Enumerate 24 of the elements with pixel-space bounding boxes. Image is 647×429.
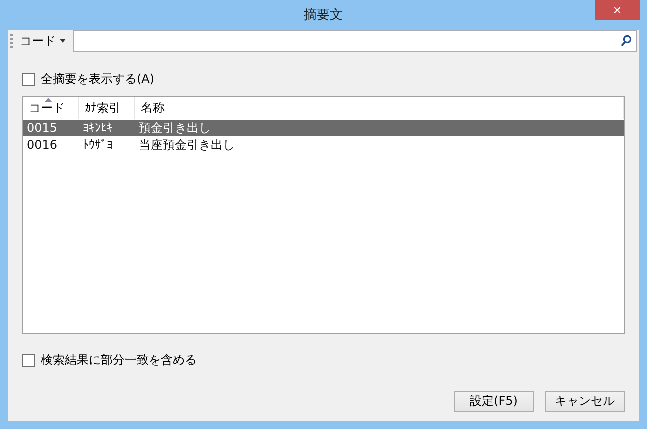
checkbox-label: 全摘要を表示する(A) (41, 71, 155, 88)
checkbox-label: 検索結果に部分一致を含める (41, 352, 197, 369)
grip-icon (10, 34, 13, 48)
caret-icon (60, 39, 66, 43)
search-field[interactable] (73, 30, 637, 52)
search-icon (621, 35, 632, 47)
table-cell-text: 0015 (26, 121, 59, 135)
list-row[interactable]: 0015 ﾖｷﾝﾋｷ 預金引き出し (23, 120, 624, 136)
table-cell-text: 預金引き出し (138, 120, 212, 136)
dialog-button[interactable]: 設定(F5) (454, 391, 534, 412)
checkbox[interactable] (22, 73, 35, 86)
table-cell-text: 0016 (26, 138, 59, 152)
dialog-button[interactable]: キャンセル (545, 391, 625, 412)
table-cell-text: ﾄｳｻﾞﾖ (82, 138, 114, 152)
close-button[interactable]: × (595, 0, 640, 20)
list-row[interactable]: 0016 ﾄｳｻﾞﾖ 当座預金引き出し (23, 137, 624, 153)
table-cell-text: 当座預金引き出し (138, 136, 236, 154)
table-cell-text: ﾖｷﾝﾋｷ (82, 121, 114, 135)
column-header[interactable]: コード (23, 97, 79, 119)
checkbox[interactable] (22, 354, 35, 367)
window-title: 摘要文 (304, 7, 343, 24)
field-menu-button[interactable]: コード (16, 32, 70, 50)
column-header[interactable]: ｶﾅ索引 (79, 97, 135, 119)
column-header[interactable]: 名称 (135, 97, 624, 119)
